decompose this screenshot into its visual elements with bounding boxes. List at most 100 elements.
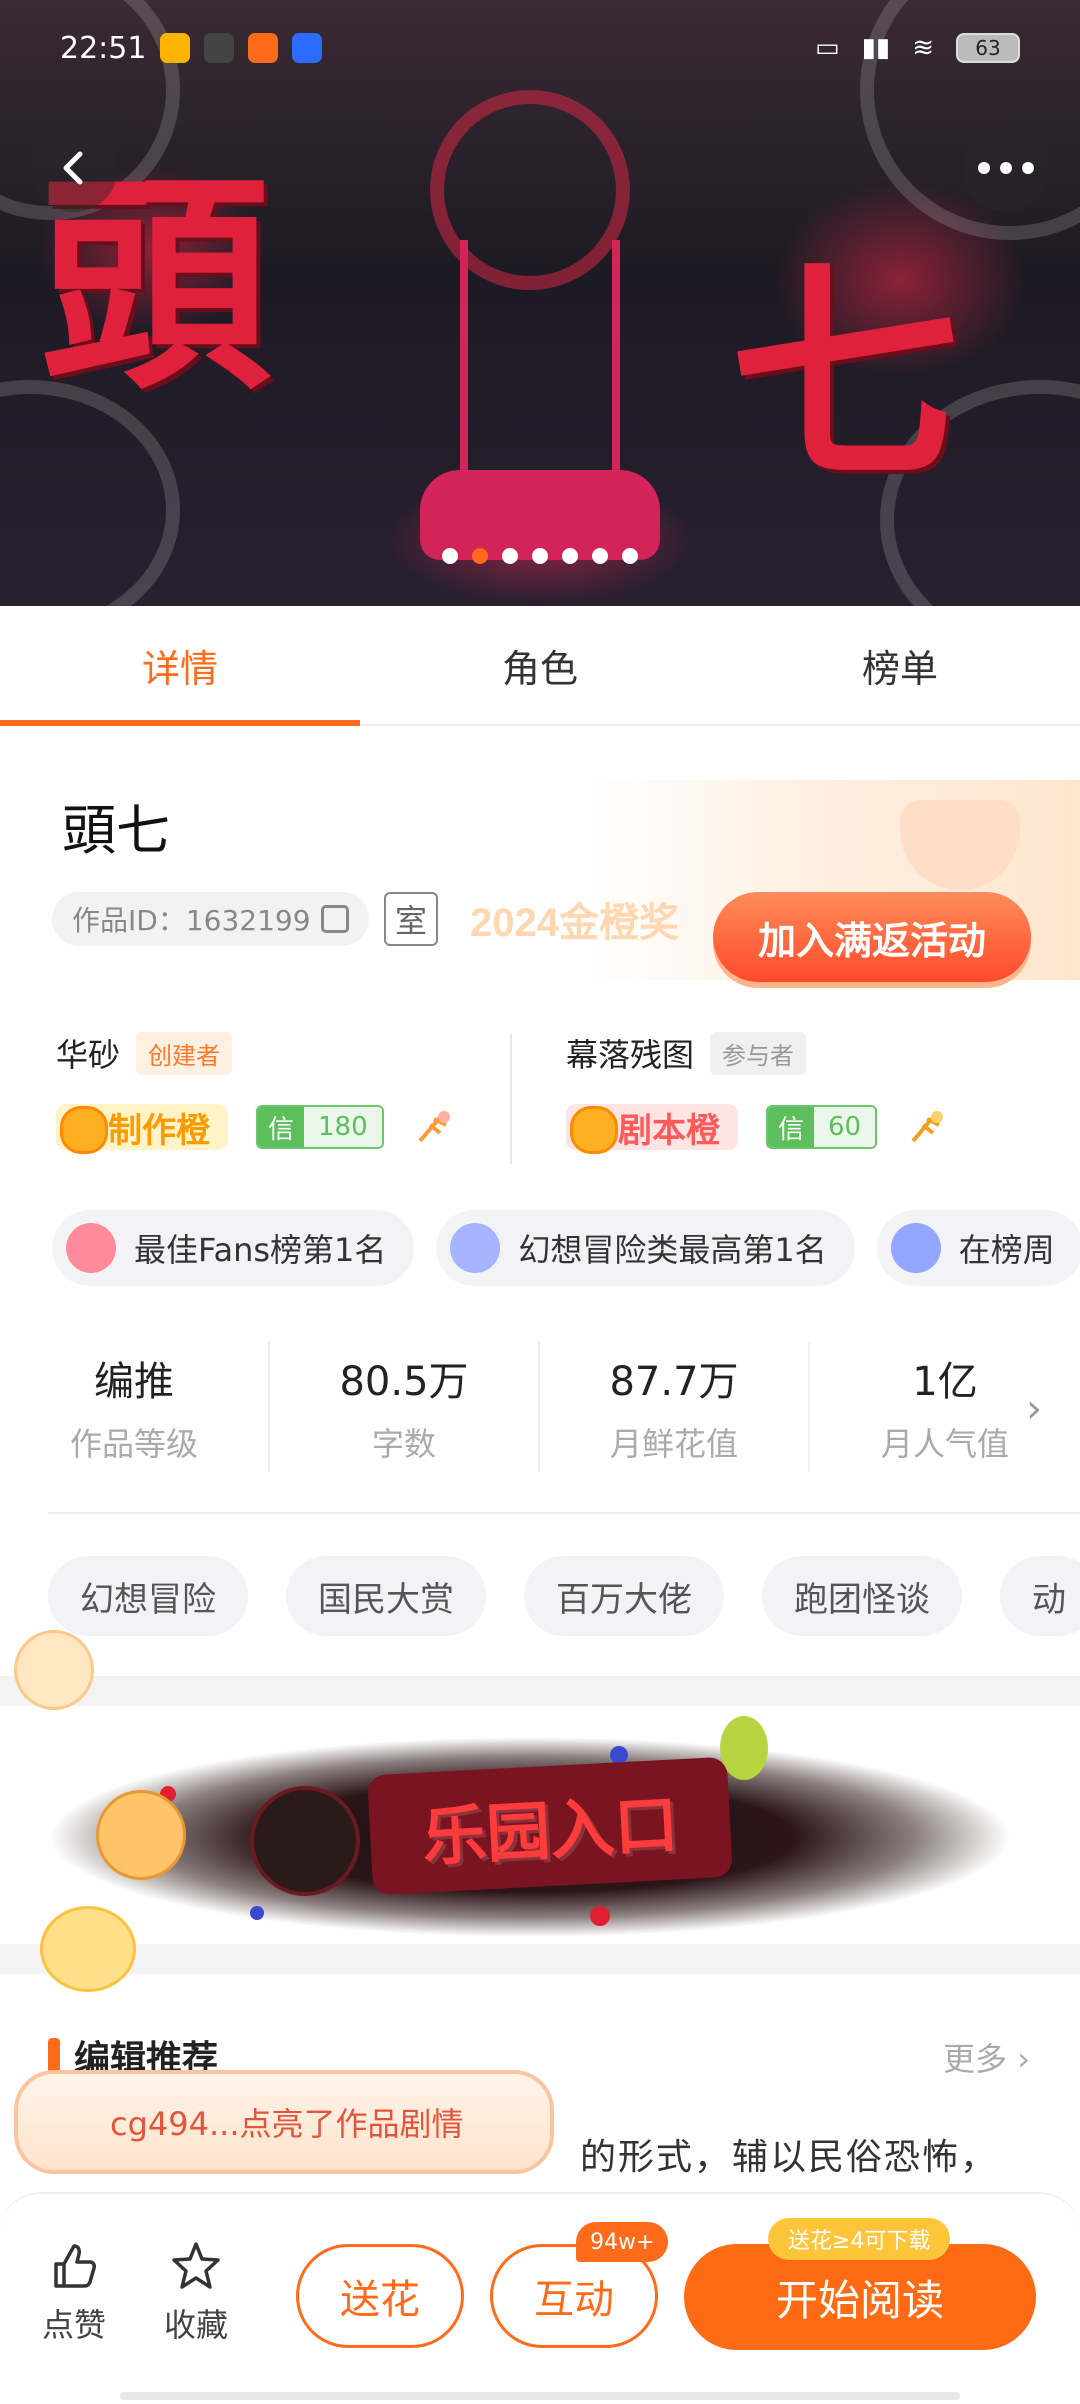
work-title: 頭七: [62, 799, 170, 862]
room-icon[interactable]: 室: [384, 892, 438, 946]
flower-icon: [911, 1111, 944, 1143]
stat-words: 80.5万 字数: [270, 1342, 540, 1472]
tag-chip[interactable]: 幻想冒险: [48, 1556, 248, 1636]
credit-badge: 信 180: [256, 1105, 384, 1149]
list-icon: [890, 1223, 941, 1273]
stat-label: 作品等级: [69, 1425, 198, 1463]
send-flower-button[interactable]: 送花: [296, 2244, 464, 2348]
section-gap: [0, 1676, 1080, 1706]
carousel-indicator: [0, 548, 1080, 564]
credit-value: 180: [304, 1107, 382, 1147]
more-link-text: 更多: [943, 2040, 1008, 2078]
credit-label: 信: [768, 1107, 815, 1147]
battery-icon: 63: [956, 33, 1020, 63]
stat-label: 字数: [371, 1425, 436, 1463]
stat-level: 编推 作品等级: [0, 1342, 270, 1472]
more-button[interactable]: [962, 124, 1050, 212]
star-icon: [450, 1223, 501, 1273]
hd-icon: ▭: [815, 33, 840, 63]
carousel-dot[interactable]: [472, 548, 488, 564]
stat-label: 月鲜花值: [609, 1425, 738, 1463]
tag-chip[interactable]: 百万大佬: [524, 1556, 724, 1636]
stat-value: 87.7万: [609, 1359, 739, 1405]
activity-toast: cg494...点亮了作品剧情: [14, 2070, 554, 2174]
download-hint-badge: 送花≥4可下载: [768, 2218, 951, 2260]
carousel-dot[interactable]: [532, 548, 548, 564]
app-icon: [204, 33, 235, 63]
hero-incense-burner: [420, 470, 660, 560]
role-badge: 参与者: [710, 1031, 807, 1075]
carousel-dot[interactable]: [442, 548, 458, 564]
role-badge: 创建者: [136, 1031, 233, 1075]
honor-chip[interactable]: 幻想冒险类最高第1名: [436, 1210, 855, 1286]
like-button[interactable]: 点赞: [42, 2240, 106, 2346]
thumbs-up-icon: [54, 2244, 96, 2288]
stat-flowers: 87.7万 月鲜花值: [540, 1342, 810, 1472]
credit-badge: 信 60: [766, 1105, 878, 1149]
stat-value: 1亿: [912, 1359, 978, 1405]
carousel-dot[interactable]: [502, 548, 518, 564]
copy-icon[interactable]: [320, 905, 349, 933]
mascot-icon[interactable]: [40, 1906, 136, 1992]
like-label: 点赞: [42, 2306, 107, 2344]
favorite-button[interactable]: 收藏: [164, 2240, 228, 2346]
weibo-icon: [160, 33, 191, 63]
honor-chip[interactable]: 最佳Fans榜第1名: [52, 1210, 415, 1286]
honor-chips: 最佳Fans榜第1名 幻想冒险类最高第1名 在榜周: [52, 1210, 1080, 1286]
hero-incense-sticks: [460, 240, 620, 480]
favorite-label: 收藏: [164, 2306, 229, 2344]
credit-label: 信: [258, 1107, 305, 1147]
paradise-ribbon: 乐园入口: [367, 1756, 733, 1896]
decor-spot: [250, 1906, 264, 1920]
work-id[interactable]: 作品ID：1632199: [52, 892, 369, 946]
credit-value: 60: [814, 1107, 876, 1147]
carousel-dot[interactable]: [592, 548, 608, 564]
author-divider: [510, 1034, 512, 1164]
stats-row[interactable]: 编推 作品等级 80.5万 字数 87.7万 月鲜花值 1亿 月人气值: [0, 1342, 1080, 1472]
back-arrow-icon: [63, 151, 83, 185]
author-name: 幕落残图: [566, 1036, 695, 1074]
author-participant[interactable]: 幕落残图 参与者 剧本橙 信 60: [566, 1030, 949, 1154]
chevron-right-icon[interactable]: ›: [1026, 1386, 1042, 1432]
author-creator[interactable]: 华砂 创建者 制作橙 信 180: [56, 1030, 456, 1154]
app-icon: [292, 33, 323, 63]
join-activity-button[interactable]: 加入满返活动: [713, 892, 1031, 982]
recommend-text: 的形式，辅以民俗恐怖，: [580, 2137, 999, 2178]
more-dots-icon: [978, 162, 1034, 174]
honor-chip[interactable]: 在榜周: [876, 1210, 1080, 1286]
status-time: 22:51: [60, 30, 147, 66]
app-icon: [248, 33, 279, 63]
stat-value: 80.5万: [339, 1359, 469, 1405]
paradise-label: 乐园入口: [420, 1788, 681, 1876]
hero-banner[interactable]: 頭 七: [0, 0, 1080, 606]
divider: [48, 1512, 1080, 1514]
section-gap: [0, 1944, 1080, 1974]
honor-text: 最佳Fans榜第1名: [134, 1231, 387, 1269]
tag-list: 幻想冒险 国民大赏 百万大佬 跑团怪谈 动: [48, 1556, 1080, 1636]
star-icon: [172, 2242, 220, 2289]
carousel-dot[interactable]: [622, 548, 638, 564]
hero-title-char-2: 七: [730, 241, 961, 511]
more-link[interactable]: 更多 ›: [943, 2034, 1030, 2080]
tab-details[interactable]: 详情: [0, 606, 360, 726]
chevron-right-icon: ›: [1017, 2040, 1030, 2078]
back-button[interactable]: [30, 124, 118, 212]
mascot-icon[interactable]: [96, 1790, 186, 1880]
tag-chip[interactable]: 跑团怪谈: [762, 1556, 962, 1636]
interact-count-badge: 94w+: [576, 2222, 669, 2262]
mascot-icon[interactable]: [14, 1630, 94, 1710]
stat-value: 编推: [94, 1359, 174, 1405]
carousel-dot[interactable]: [562, 548, 578, 564]
tag-chip[interactable]: 动: [1000, 1556, 1080, 1636]
toast-text: cg494...点亮了作品剧情: [110, 2105, 464, 2143]
promo-year-text: 2024金橙奖: [470, 901, 679, 945]
tab-characters[interactable]: 角色: [360, 606, 720, 724]
decor-spot: [720, 1716, 768, 1780]
tab-rankings[interactable]: 榜单: [720, 606, 1080, 724]
stat-label: 月人气值: [880, 1425, 1009, 1463]
decor-spot: [590, 1906, 610, 1926]
honor-text: 幻想冒险类最高第1名: [518, 1231, 827, 1269]
flower-icon: [418, 1111, 450, 1143]
tag-chip[interactable]: 国民大赏: [286, 1556, 486, 1636]
signal-icon: ▮▮: [861, 33, 891, 63]
